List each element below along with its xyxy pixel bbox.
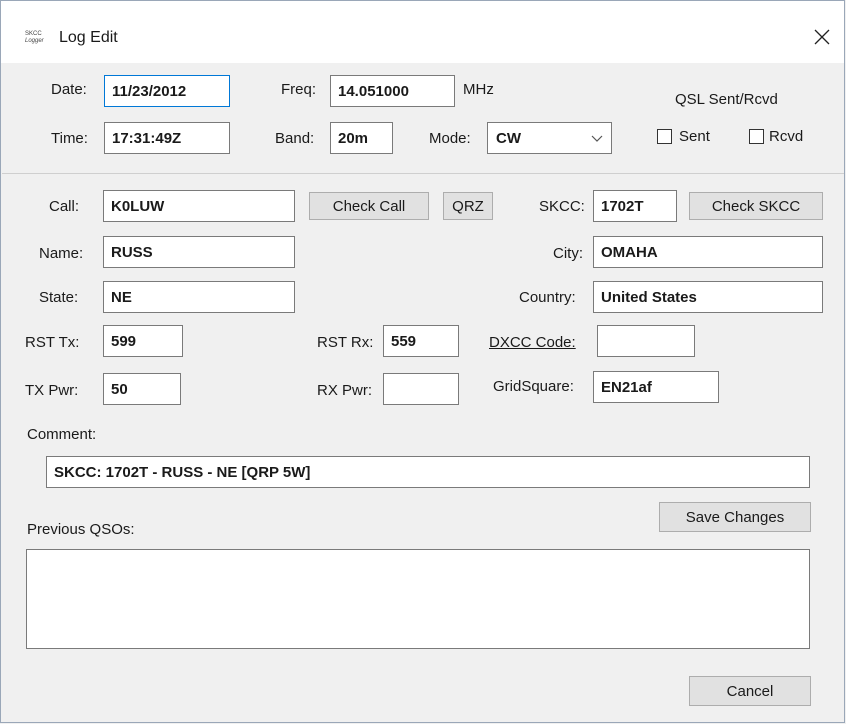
name-field[interactable]: RUSS — [103, 236, 295, 268]
state-field[interactable]: NE — [103, 281, 295, 313]
band-field[interactable]: 20m — [330, 122, 393, 154]
rx-pwr-field[interactable] — [383, 373, 459, 405]
chevron-down-icon — [591, 135, 603, 142]
app-logo-icon: SKCC Logger — [25, 31, 44, 44]
section-divider — [2, 173, 844, 174]
freq-field[interactable]: 14.051000 — [330, 75, 455, 107]
rst-rx-label: RST Rx: — [317, 334, 374, 351]
tx-pwr-field[interactable]: 50 — [103, 373, 181, 405]
save-changes-button[interactable]: Save Changes — [659, 502, 811, 532]
qsl-heading: QSL Sent/Rcvd — [675, 91, 778, 108]
rcvd-checkbox[interactable] — [749, 129, 764, 144]
dxcc-code-link[interactable]: DXCC Code: — [489, 334, 576, 351]
comment-field[interactable]: SKCC: 1702T - RUSS - NE [QRP 5W] — [46, 456, 810, 488]
close-icon — [814, 29, 830, 45]
skcc-label: SKCC: — [539, 198, 585, 215]
freq-unit: MHz — [463, 81, 494, 98]
name-label: Name: — [39, 245, 84, 262]
date-field[interactable]: 11/23/2012 — [104, 75, 230, 107]
city-label: City: — [553, 245, 583, 262]
rst-tx-label: RST Tx: — [25, 334, 80, 351]
city-field[interactable]: OMAHA — [593, 236, 823, 268]
date-label: Date: — [51, 81, 87, 98]
skcc-field[interactable]: 1702T — [593, 190, 677, 222]
band-label: Band: — [275, 130, 315, 147]
check-skcc-button[interactable]: Check SKCC — [689, 192, 823, 220]
sent-label: Sent — [679, 128, 710, 145]
log-edit-window: SKCC Logger Log Edit Date: 11/23/2012 Fr… — [0, 0, 845, 723]
rst-tx-field[interactable]: 599 — [103, 325, 183, 357]
mode-select[interactable]: CW — [487, 122, 612, 154]
dxcc-field[interactable] — [597, 325, 695, 357]
time-field[interactable]: 17:31:49Z — [104, 122, 230, 154]
call-label: Call: — [49, 198, 80, 215]
close-button[interactable] — [800, 15, 844, 59]
title-bar: SKCC Logger Log Edit — [1, 1, 844, 63]
freq-label: Freq: — [281, 81, 317, 98]
sent-checkbox[interactable] — [657, 129, 672, 144]
qrz-button[interactable]: QRZ — [443, 192, 493, 220]
country-field[interactable]: United States — [593, 281, 823, 313]
window-title: Log Edit — [59, 29, 118, 46]
previous-qsos-list[interactable] — [26, 549, 810, 649]
time-label: Time: — [51, 130, 88, 147]
check-call-button[interactable]: Check Call — [309, 192, 429, 220]
state-label: State: — [39, 289, 79, 306]
call-field[interactable]: K0LUW — [103, 190, 295, 222]
previous-qsos-label: Previous QSOs: — [27, 521, 135, 538]
mode-label: Mode: — [429, 130, 471, 147]
rst-rx-field[interactable]: 559 — [383, 325, 459, 357]
gridsquare-label: GridSquare: — [493, 378, 574, 395]
comment-label: Comment: — [27, 426, 97, 443]
cancel-button[interactable]: Cancel — [689, 676, 811, 706]
tx-pwr-label: TX Pwr: — [25, 382, 79, 399]
gridsquare-field[interactable]: EN21af — [593, 371, 719, 403]
rx-pwr-label: RX Pwr: — [317, 382, 373, 399]
mode-value: CW — [496, 129, 521, 147]
country-label: Country: — [519, 289, 576, 306]
rcvd-label: Rcvd — [769, 128, 804, 145]
